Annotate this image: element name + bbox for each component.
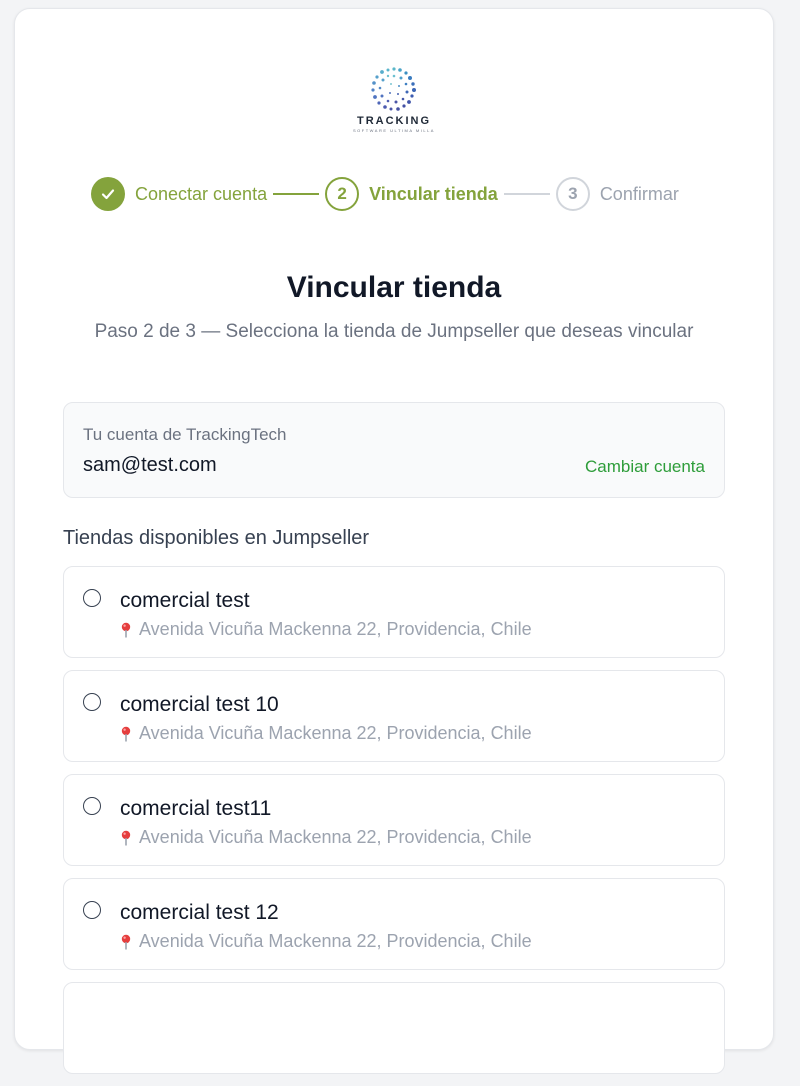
store-name: comercial test11 xyxy=(120,797,272,820)
store-address: Avenida Vicuña Mackenna 22, Providencia,… xyxy=(120,827,532,848)
store-address-text: Avenida Vicuña Mackenna 22, Providencia,… xyxy=(139,931,532,951)
step-3-label: Confirmar xyxy=(599,183,679,204)
progress-stepper: Conectar cuenta 2 Vincular tienda 3 Conf… xyxy=(91,176,679,212)
brand-logo: TRACKING SOFTWARE ULTIMA MILLA xyxy=(15,65,773,133)
store-radio[interactable] xyxy=(83,797,101,815)
brand-name: TRACKING xyxy=(356,115,432,127)
store-option[interactable]: comercial test Avenida Vicuña Mackenna 2… xyxy=(63,566,725,658)
store-option[interactable]: comercial test11 Avenida Vicuña Mackenna… xyxy=(63,774,725,866)
store-option[interactable]: comercial test 10 Avenida Vicuña Mackenn… xyxy=(63,670,725,762)
step-link-store: 2 Vincular tienda xyxy=(325,177,498,211)
account-box: Tu cuenta de TrackingTech sam@test.com C… xyxy=(63,402,725,498)
page-subtitle: Paso 2 de 3 — Selecciona la tienda de Ju… xyxy=(94,321,694,342)
map-pin-icon xyxy=(121,726,131,741)
store-address-text: Avenida Vicuña Mackenna 22, Providencia,… xyxy=(139,723,532,743)
account-label: Tu cuenta de TrackingTech xyxy=(83,425,287,444)
step-connector-2 xyxy=(503,193,550,195)
dotted-circle-logo-icon xyxy=(371,67,416,111)
page-title: Vincular tienda xyxy=(286,271,502,304)
map-pin-icon xyxy=(121,830,131,845)
store-address-text: Avenida Vicuña Mackenna 22, Providencia,… xyxy=(139,827,532,847)
step-1-label: Conectar cuenta xyxy=(135,183,268,204)
map-pin-icon xyxy=(121,934,131,949)
store-address: Avenida Vicuña Mackenna 22, Providencia,… xyxy=(120,619,532,640)
store-radio[interactable] xyxy=(83,693,101,711)
map-pin-icon xyxy=(121,622,131,637)
store-option[interactable] xyxy=(63,982,725,1074)
step-connect-account: Conectar cuenta xyxy=(91,177,267,211)
store-address: Avenida Vicuña Mackenna 22, Providencia,… xyxy=(120,723,532,744)
brand-tagline: SOFTWARE ULTIMA MILLA xyxy=(353,128,435,133)
store-list: comercial test Avenida Vicuña Mackenna 2… xyxy=(63,566,725,1086)
store-radio[interactable] xyxy=(83,589,101,607)
step-3-number: 3 xyxy=(555,177,590,211)
step-confirm: 3 Confirmar xyxy=(555,177,679,211)
store-name: comercial test xyxy=(120,589,250,612)
store-option[interactable]: comercial test 12 Avenida Vicuña Mackenn… xyxy=(63,878,725,970)
store-radio[interactable] xyxy=(83,901,101,919)
store-name: comercial test 12 xyxy=(120,901,279,924)
stores-section-title: Tiendas disponibles en Jumpseller xyxy=(63,527,370,549)
store-address: Avenida Vicuña Mackenna 22, Providencia,… xyxy=(120,931,532,952)
store-address-text: Avenida Vicuña Mackenna 22, Providencia,… xyxy=(139,619,532,639)
change-account-link[interactable]: Cambiar cuenta xyxy=(585,457,705,477)
step-connector-1 xyxy=(273,193,320,195)
account-email: sam@test.com xyxy=(83,454,217,476)
store-name: comercial test 10 xyxy=(120,693,279,716)
check-icon xyxy=(101,189,115,200)
step-2-number: 2 xyxy=(325,177,360,211)
step-1-done-circle xyxy=(91,177,125,211)
link-store-card: TRACKING SOFTWARE ULTIMA MILLA Conectar … xyxy=(14,8,774,1074)
step-2-label: Vincular tienda xyxy=(369,183,498,204)
